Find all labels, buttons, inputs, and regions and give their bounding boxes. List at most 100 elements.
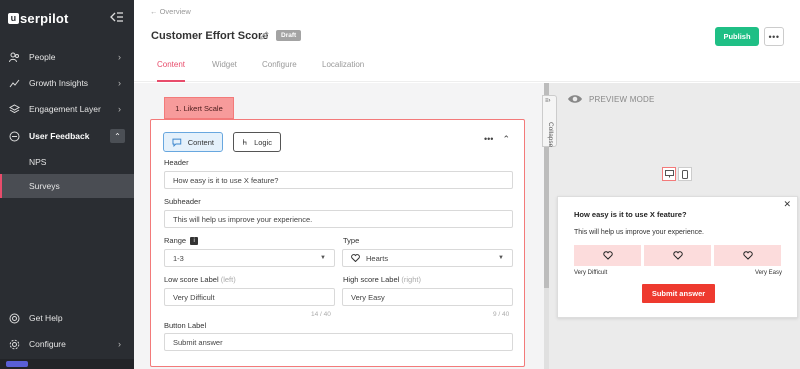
range-label: Range i [164,236,199,246]
publish-button[interactable]: Publish [715,27,759,46]
chat-bubble-icon [172,138,182,147]
type-label: Type [343,236,360,245]
sidebar-item-label: Configure [29,339,66,349]
sidebar-item-configure[interactable]: Configure › [0,331,134,357]
sidebar-item-user-feedback[interactable]: User Feedback ⌃ [0,123,134,149]
survey-low-label: Very Difficult [574,270,608,276]
button-label-input[interactable]: Submit answer [164,333,513,351]
survey-subheader: This will help us improve your experienc… [574,229,704,236]
heart-icon [351,254,360,262]
subheader-label: Subheader [164,197,201,206]
preview-mode-text: PREVIEW MODE [589,94,655,104]
survey-question: How easy is it to use X feature? [574,210,687,219]
tab-localization[interactable]: Localization [322,60,364,82]
mobile-view-button[interactable] [678,167,692,181]
sidebar-item-label: User Feedback [29,131,90,141]
mobile-icon [682,169,688,179]
desktop-view-button[interactable] [662,167,676,181]
rating-option[interactable] [574,245,641,266]
survey-high-label: Very Easy [754,270,782,276]
collapse-preview-tab[interactable]: ≡› Collapse [542,95,557,147]
low-score-label-text: Low score Label [164,275,219,284]
sidebar-item-get-help[interactable]: Get Help [0,305,134,331]
sidebar-subitem-surveys[interactable]: Surveys [0,174,134,198]
sidebar-item-label: Get Help [29,313,63,323]
card-controls: ••• ⌃ [484,134,510,145]
content-button[interactable]: Content [163,132,223,152]
rating-option[interactable] [644,245,711,266]
high-score-counter: 9 / 40 [493,311,510,318]
submit-answer-button[interactable]: Submit answer [642,284,715,303]
breadcrumb-link[interactable]: Overview [160,7,191,16]
layers-icon [8,103,20,115]
type-select[interactable]: Hearts ▼ [342,249,513,267]
content-button-label: Content [187,137,214,147]
page-header: ← Overview Customer Effort Score Draft P… [134,0,800,82]
header-input[interactable]: How easy is it to use X feature? [164,171,513,189]
high-score-input[interactable]: Very Easy [342,288,513,306]
sidebar-item-engagement-layer[interactable]: Engagement Layer › [0,96,134,122]
step-editor-card: Content Logic ••• ⌃ Header How easy is i… [150,119,525,367]
sidebar-subitem-nps[interactable]: NPS [0,150,134,174]
arrow-left-icon: ← [150,7,160,16]
high-score-label-text: High score Label [343,275,400,284]
account-strip[interactable] [0,359,134,369]
chevron-right-icon: › [118,104,121,114]
tab-content[interactable]: Content [157,60,186,82]
low-score-input[interactable]: Very Difficult [164,288,335,306]
logic-icon [243,139,247,145]
sidebar: u serpilot People › Growth Insights › Eng… [0,0,134,369]
sidebar-item-people[interactable]: People › [0,44,134,70]
breadcrumb[interactable]: ← Overview [150,7,191,16]
range-label-text: Range [164,236,187,245]
help-icon [8,312,20,324]
range-value: 1-3 [173,253,184,263]
editor-panel: 1. Likert Scale Content Logic ••• ⌃ Head… [134,83,544,369]
low-score-hint: (left) [220,275,236,284]
sidebar-item-label: Engagement Layer [29,104,101,114]
menu-chevron-icon: ≡› [545,98,551,104]
main-area: ← Overview Customer Effort Score Draft P… [134,0,800,369]
collapse-sidebar-icon[interactable] [110,11,124,23]
chevron-up-icon[interactable]: ⌃ [502,134,510,145]
high-score-label: High score Label (right) [343,275,421,284]
logic-button[interactable]: Logic [233,132,281,152]
more-options-icon[interactable]: ••• [484,134,493,145]
more-options-button[interactable]: ••• [764,27,784,46]
heart-icon [742,251,753,260]
info-icon[interactable]: i [190,237,199,246]
userpilot-logo[interactable]: u serpilot [8,11,69,26]
avatar [6,361,28,367]
button-label-label: Button Label [164,321,207,330]
close-icon[interactable]: ✕ [783,199,791,210]
eye-icon [568,95,582,103]
chevron-right-icon: › [118,78,121,88]
page-title: Customer Effort Score [151,30,269,42]
collapse-label: Collapse [547,122,554,148]
chevron-up-icon[interactable]: ⌃ [110,129,125,143]
sidebar-item-label: People [29,52,56,62]
range-select[interactable]: 1-3 ▼ [164,249,335,267]
pencil-icon[interactable] [260,31,269,40]
subheader-input[interactable]: This will help us improve your experienc… [164,210,513,228]
gear-icon [8,338,20,350]
step-tab-likert-scale[interactable]: 1. Likert Scale [164,97,234,119]
chevron-down-icon: ▼ [320,255,326,261]
heart-icon [602,251,613,260]
sidebar-subitem-label: Surveys [29,181,60,191]
sidebar-subitem-label: NPS [29,157,47,167]
chevron-right-icon: › [118,339,121,349]
status-badge: Draft [276,30,302,41]
preview-mode-label: PREVIEW MODE [567,94,655,104]
tab-widget[interactable]: Widget [212,60,237,82]
sidebar-item-growth-insights[interactable]: Growth Insights › [0,70,134,96]
feedback-icon [8,130,20,142]
chevron-right-icon: › [118,52,121,62]
low-score-label: Low score Label (left) [164,275,236,284]
header-label: Header [164,158,189,167]
preview-panel: ≡› Collapse PREVIEW MODE ✕ How easy is i… [542,83,800,369]
type-value: Hearts [366,253,389,263]
rating-option[interactable] [714,245,781,266]
sidebar-item-label: Growth Insights [29,78,89,88]
tab-configure[interactable]: Configure [262,60,297,82]
